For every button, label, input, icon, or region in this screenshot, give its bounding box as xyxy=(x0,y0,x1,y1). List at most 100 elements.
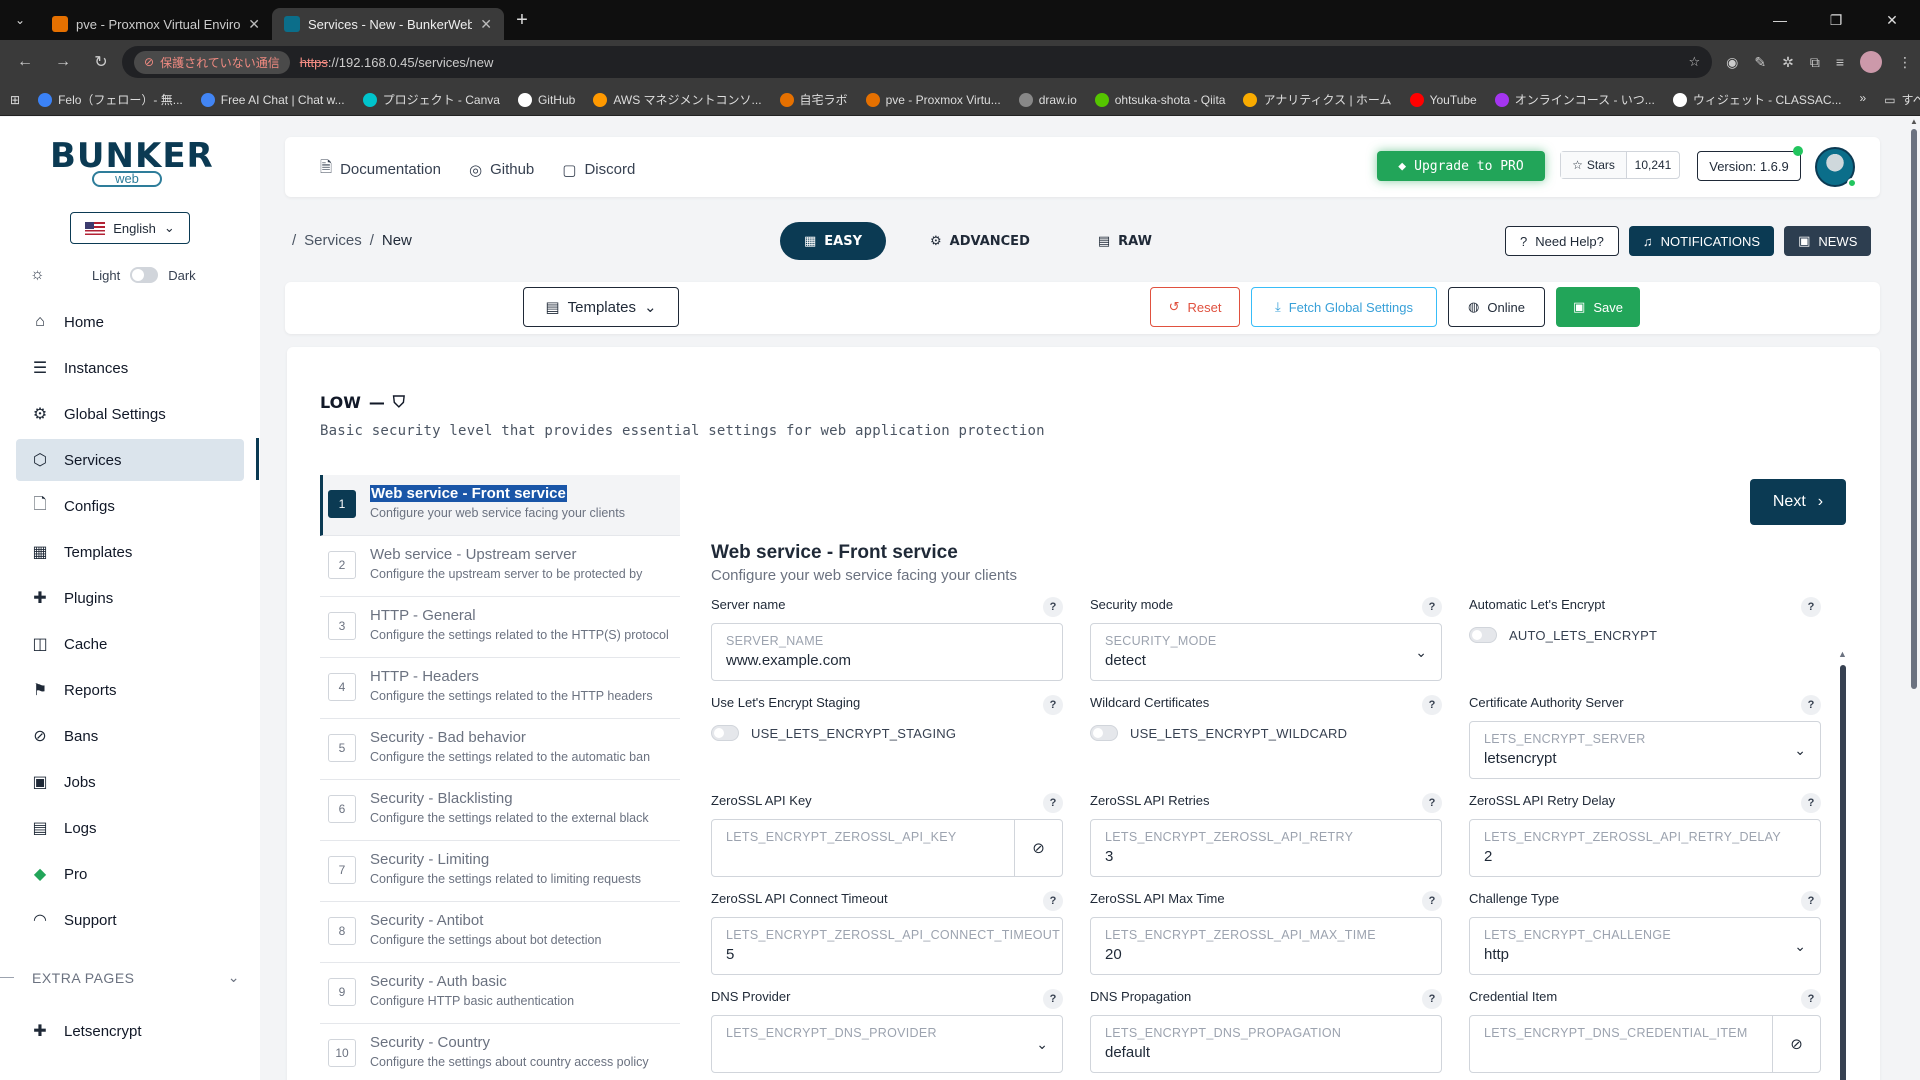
apps-grid-icon[interactable]: ⊞ xyxy=(10,93,20,107)
help-icon[interactable]: ? xyxy=(1422,793,1442,813)
help-icon[interactable]: ? xyxy=(1043,891,1063,911)
zerossl-max-time-input[interactable]: LETS_ENCRYPT_ZEROSSL_API_MAX_TIME 20 xyxy=(1090,917,1442,975)
extension-gear-icon[interactable]: ✲ xyxy=(1782,54,1794,71)
wizard-step[interactable]: 8 Security - Antibot Configure the setting… xyxy=(320,902,680,963)
sidebar-item-letsencrypt[interactable]: ✚ Letsencrypt xyxy=(16,1010,244,1052)
tab-close-icon[interactable]: ✕ xyxy=(480,16,492,33)
sidebar-item-global-settings[interactable]: ⚙ Global Settings xyxy=(16,393,244,435)
security-mode-select[interactable]: SECURITY_MODE detect ⌄ xyxy=(1090,623,1442,681)
form-scrollbar[interactable] xyxy=(1840,665,1846,1080)
media-icon[interactable]: ≡ xyxy=(1836,54,1844,70)
pen-icon[interactable]: ✎ xyxy=(1754,54,1766,71)
browser-tab-proxmox[interactable]: pve - Proxmox Virtual Environm ✕ xyxy=(40,8,272,40)
sidebar-item-templates[interactable]: ▦ Templates xyxy=(16,531,244,573)
upgrade-pro-button[interactable]: ◆ Upgrade to PRO xyxy=(1377,151,1545,181)
help-icon[interactable]: ? xyxy=(1422,695,1442,715)
extra-pages-header[interactable]: EXTRA PAGES ⌄ xyxy=(0,969,240,986)
github-stars-badge[interactable]: ☆ Stars 10,241 xyxy=(1560,151,1680,179)
wizard-step[interactable]: 10 Security - Country Configure the settin… xyxy=(320,1024,680,1080)
breadcrumb-services[interactable]: Services xyxy=(304,232,362,249)
sidebar-item-pro[interactable]: ◆ Pro xyxy=(16,853,244,895)
tab-close-icon[interactable]: ✕ xyxy=(248,16,260,33)
tab-search-icon[interactable]: ⌄ xyxy=(0,0,40,40)
sidebar-item-logs[interactable]: ▤ Logs xyxy=(16,807,244,849)
toggle-switch[interactable] xyxy=(711,725,739,741)
sidebar-item-reports[interactable]: ⚑ Reports xyxy=(16,669,244,711)
fetch-global-settings-button[interactable]: ⤓ Fetch Global Settings xyxy=(1251,287,1437,327)
sidebar-item-plugins[interactable]: ✚ Plugins xyxy=(16,577,244,619)
camera-icon[interactable]: ◉ xyxy=(1726,54,1738,71)
reload-icon[interactable]: ↻ xyxy=(84,45,118,79)
zerossl-api-key-input[interactable]: LETS_ENCRYPT_ZEROSSL_API_KEY ⊘ xyxy=(711,819,1063,877)
bookmark-item[interactable]: オンラインコース - いつ... xyxy=(1494,91,1655,108)
zerossl-api-retries-input[interactable]: LETS_ENCRYPT_ZEROSSL_API_RETRY 3 xyxy=(1090,819,1442,877)
bookmark-item[interactable]: ウィジェット - CLASSAC... xyxy=(1672,91,1842,108)
mode-advanced-button[interactable]: ⚙ ADVANCED xyxy=(906,222,1054,260)
server-name-input[interactable]: SERVER_NAME www.example.com xyxy=(711,623,1063,681)
sidebar-item-bans[interactable]: ⊘ Bans xyxy=(16,715,244,757)
wizard-step[interactable]: 1 Web service - Front service Configure yo… xyxy=(320,475,680,536)
bookmark-item[interactable]: AWS マネジメントコンソ... xyxy=(593,91,762,108)
bookmark-item[interactable]: Free AI Chat | Chat w... xyxy=(200,92,345,107)
help-icon[interactable]: ? xyxy=(1043,597,1063,617)
scroll-up-icon[interactable]: ▲ xyxy=(1910,117,1918,126)
bookmarks-more-button[interactable]: » xyxy=(1860,91,1867,108)
documentation-link[interactable]: 🗎 Documentation xyxy=(320,157,441,182)
next-button[interactable]: Next › xyxy=(1750,479,1846,525)
help-icon[interactable]: ? xyxy=(1422,989,1442,1009)
profile-avatar[interactable] xyxy=(1860,51,1882,73)
mode-raw-button[interactable]: ▤ RAW xyxy=(1074,222,1176,260)
wizard-step[interactable]: 7 Security - Limiting Configure the settin… xyxy=(320,841,680,902)
help-icon[interactable]: ? xyxy=(1043,695,1063,715)
save-button[interactable]: ▣ Save xyxy=(1556,287,1640,327)
credential-item-input[interactable]: LETS_ENCRYPT_DNS_CREDENTIAL_ITEM ⊘ xyxy=(1469,1015,1821,1073)
eye-off-icon[interactable]: ⊘ xyxy=(1014,820,1062,876)
bookmark-item[interactable]: ohtsuka-shota - Qiita xyxy=(1094,92,1225,107)
bookmark-item[interactable]: Felo（フェロー）- 無... xyxy=(38,91,183,108)
discord-link[interactable]: ▢ Discord xyxy=(562,157,635,182)
help-icon[interactable]: ? xyxy=(1801,891,1821,911)
restore-icon[interactable]: ❐ xyxy=(1808,12,1864,29)
help-icon[interactable]: ? xyxy=(1422,891,1442,911)
sidebar-item-jobs[interactable]: ▣ Jobs xyxy=(16,761,244,803)
page-scroll-thumb[interactable] xyxy=(1911,129,1917,689)
toggle-switch[interactable] xyxy=(1469,627,1497,643)
wildcard-toggle[interactable]: USE_LETS_ENCRYPT_WILDCARD xyxy=(1090,725,1347,741)
bookmark-star-icon[interactable]: ☆ xyxy=(1688,54,1700,70)
help-icon[interactable]: ? xyxy=(1422,597,1442,617)
bookmark-item[interactable]: GitHub xyxy=(517,92,575,107)
bookmark-item[interactable]: アナリティクス | ホーム xyxy=(1243,91,1392,108)
toggle-switch[interactable] xyxy=(1090,725,1118,741)
language-select[interactable]: English ⌄ xyxy=(70,212,190,244)
zerossl-connect-timeout-input[interactable]: LETS_ENCRYPT_ZEROSSL_API_CONNECT_TIMEOUT… xyxy=(711,917,1063,975)
lets-encrypt-staging-toggle[interactable]: USE_LETS_ENCRYPT_STAGING xyxy=(711,725,956,741)
sidebar-item-support[interactable]: ◠ Support xyxy=(16,899,244,941)
url-input[interactable]: ⊘ 保護されていない通信 https://192.168.0.45/service… xyxy=(122,46,1713,78)
sidebar-item-home[interactable]: ⌂ Home xyxy=(16,301,244,343)
new-tab-button[interactable]: + xyxy=(504,9,540,32)
github-link[interactable]: ◎ Github xyxy=(469,157,534,182)
eye-off-icon[interactable]: ⊘ xyxy=(1772,1016,1820,1072)
bookmark-item[interactable]: pve - Proxmox Virtu... xyxy=(865,92,1001,107)
dns-provider-select[interactable]: LETS_ENCRYPT_DNS_PROVIDER ⌄ xyxy=(711,1015,1063,1073)
need-help-button[interactable]: ? Need Help? xyxy=(1505,226,1619,256)
bookmark-item[interactable]: YouTube xyxy=(1409,92,1477,107)
online-toggle-button[interactable]: ◍ Online xyxy=(1448,287,1545,327)
bookmark-item[interactable]: プロジェクト - Canva xyxy=(362,91,500,108)
sidebar-item-instances[interactable]: ☰ Instances xyxy=(16,347,244,389)
auto-lets-encrypt-toggle[interactable]: AUTO_LETS_ENCRYPT xyxy=(1469,627,1657,643)
notifications-button[interactable]: ♫ NOTIFICATIONS xyxy=(1628,226,1775,256)
page-scrollbar[interactable]: ▲ xyxy=(1908,117,1920,1080)
help-icon[interactable]: ? xyxy=(1801,989,1821,1009)
help-icon[interactable]: ? xyxy=(1801,597,1821,617)
bunkerweb-logo[interactable]: BUNKER web xyxy=(50,139,213,187)
form-scroll-up-icon[interactable]: ▲ xyxy=(1838,649,1847,659)
puzzle-icon[interactable]: ⧉ xyxy=(1810,54,1820,71)
version-badge[interactable]: Version: 1.6.9 xyxy=(1697,151,1801,181)
dns-propagation-input[interactable]: LETS_ENCRYPT_DNS_PROPAGATION default xyxy=(1090,1015,1442,1073)
mode-easy-button[interactable]: ▦ EASY xyxy=(780,222,887,260)
reset-button[interactable]: ↺ Reset xyxy=(1150,287,1240,327)
close-window-icon[interactable]: ✕ xyxy=(1864,12,1920,29)
minimize-icon[interactable]: — xyxy=(1752,12,1808,29)
wizard-step[interactable]: 2 Web service - Upstream server Configure … xyxy=(320,536,680,597)
